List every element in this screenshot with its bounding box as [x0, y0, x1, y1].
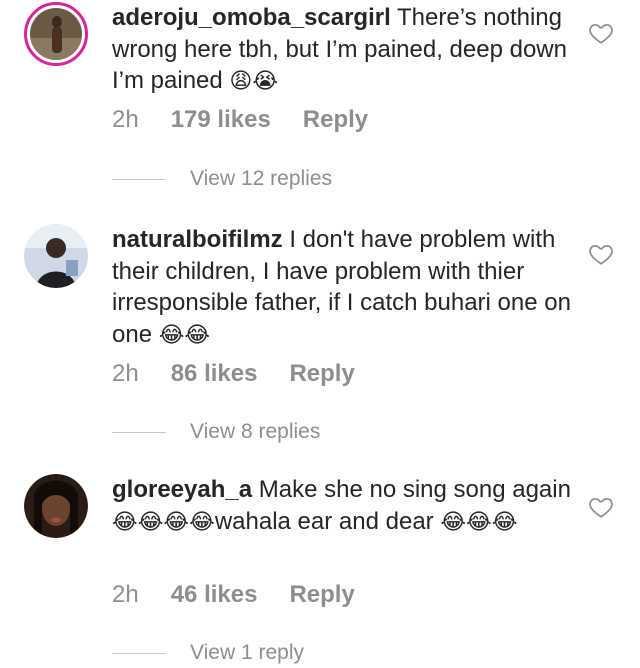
timestamp: 2h [112, 360, 139, 387]
username[interactable]: aderoju_omoba_scargirl [112, 4, 391, 31]
likes-count[interactable]: 46 likes [171, 581, 258, 609]
heart-outline-icon[interactable] [588, 241, 614, 267]
timestamp: 2h [112, 106, 139, 133]
avatar-image [30, 8, 82, 60]
emoji: 😂😂 [158, 322, 211, 348]
reply-button[interactable]: Reply [303, 106, 368, 134]
avatar-image [24, 474, 88, 538]
emoji: 😂😂😂😂 [112, 509, 215, 535]
likes-count[interactable]: 86 likes [171, 360, 258, 388]
comment-body: gloreeyah_a Make she no sing song again … [112, 474, 574, 538]
heart-outline-icon[interactable] [588, 494, 614, 520]
comment-body: aderoju_omoba_scargirl There’s nothing w… [112, 2, 574, 98]
emoji: 😩😭 [229, 69, 279, 94]
likes-count[interactable]: 179 likes [171, 106, 271, 134]
username[interactable]: gloreeyah_a [112, 476, 252, 503]
heart-outline-icon[interactable] [588, 20, 614, 46]
comment-body: naturalboifilmz I don't have problem wit… [112, 224, 574, 351]
avatar[interactable] [24, 224, 88, 288]
avatar[interactable] [24, 2, 88, 66]
divider-line [112, 431, 166, 433]
avatar[interactable] [24, 474, 88, 538]
comment-text-continued: wahala ear and dear [214, 507, 434, 535]
comment-meta: 2h 86 likes Reply [112, 360, 355, 388]
divider-line [112, 178, 166, 180]
comment-meta: 2h 46 likes Reply [112, 581, 355, 609]
emoji: 😂😂😂 [440, 509, 518, 535]
username[interactable]: naturalboifilmz [112, 226, 283, 253]
view-replies-button[interactable]: View 12 replies [112, 167, 332, 191]
view-replies-button[interactable]: View 8 replies [112, 420, 320, 444]
reply-button[interactable]: Reply [289, 581, 354, 609]
view-replies-label: View 8 replies [190, 420, 321, 443]
reply-button[interactable]: Reply [289, 360, 354, 388]
view-replies-label: View 12 replies [190, 167, 333, 190]
avatar-image [24, 224, 88, 288]
comment-text: Make she no sing song again [258, 476, 571, 503]
view-replies-button[interactable]: View 1 reply [112, 641, 304, 665]
timestamp: 2h [112, 581, 139, 608]
view-replies-label: View 1 reply [190, 641, 305, 664]
divider-line [112, 652, 166, 654]
comment-meta: 2h 179 likes Reply [112, 106, 368, 134]
